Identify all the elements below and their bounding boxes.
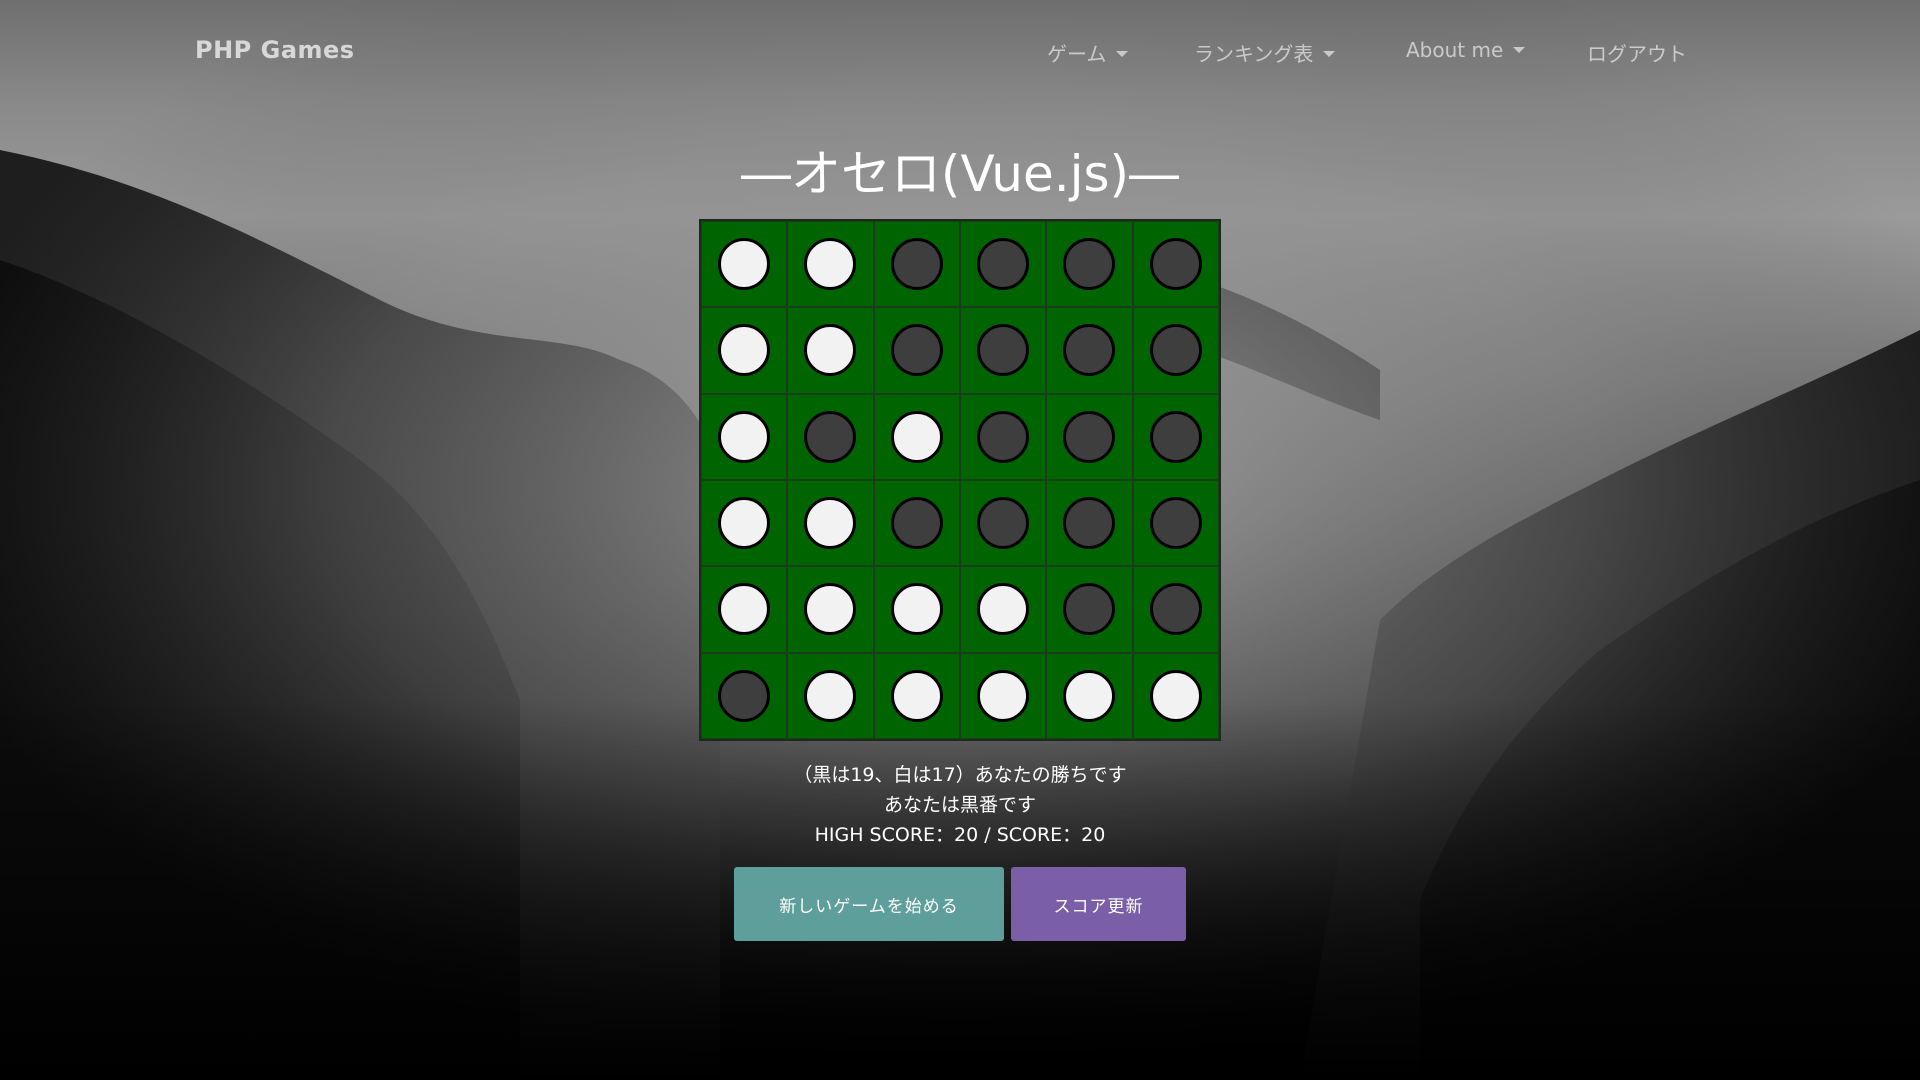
black-stone <box>977 324 1030 377</box>
black-stone <box>890 497 943 550</box>
white-stone <box>804 238 857 291</box>
nav-item-about[interactable]: About me <box>1406 38 1526 62</box>
caret-down-icon <box>1323 51 1336 57</box>
black-stone <box>977 410 1030 463</box>
board-cell[interactable] <box>787 221 874 308</box>
board-cell[interactable] <box>701 221 788 308</box>
white-stone <box>718 497 771 550</box>
page: PHP Games ゲーム ランキング表 About me ログアウト ―オセロ… <box>0 0 1920 1080</box>
black-stone <box>1149 238 1202 291</box>
board-cell[interactable] <box>1046 652 1133 739</box>
black-stone <box>1063 583 1116 636</box>
score-text: HIGH SCORE：20 / SCORE：20 <box>814 824 1106 846</box>
caret-down-icon <box>1116 51 1129 57</box>
board-cell[interactable] <box>701 480 788 567</box>
black-stone <box>1149 497 1202 550</box>
black-stone <box>718 669 771 722</box>
white-stone <box>718 324 771 377</box>
board-cell[interactable] <box>960 393 1047 480</box>
board-cell[interactable] <box>960 652 1047 739</box>
board-cell[interactable] <box>960 566 1047 653</box>
board-cell[interactable] <box>701 307 788 394</box>
board-cell[interactable] <box>787 307 874 394</box>
board-cell[interactable] <box>1046 221 1133 308</box>
board-cell[interactable] <box>960 480 1047 567</box>
white-stone <box>804 324 857 377</box>
white-stone <box>977 669 1030 722</box>
update-score-button[interactable]: スコア更新 <box>1011 867 1186 941</box>
board-cell[interactable] <box>873 221 960 308</box>
black-stone <box>1063 410 1116 463</box>
white-stone <box>977 583 1030 636</box>
board-cell[interactable] <box>873 566 960 653</box>
board-cell[interactable] <box>701 393 788 480</box>
caret-down-icon <box>1513 47 1526 53</box>
nav-item-label: About me <box>1406 38 1504 62</box>
black-stone <box>977 238 1030 291</box>
board-cell[interactable] <box>1132 221 1219 308</box>
black-stone <box>1063 238 1116 291</box>
nav-item-label: ログアウト <box>1587 42 1687 66</box>
nav-item-label: ランキング表 <box>1194 42 1314 66</box>
board-cell[interactable] <box>787 566 874 653</box>
white-stone <box>718 238 771 291</box>
board-cell[interactable] <box>873 480 960 567</box>
nav-item-label: ゲーム <box>1047 42 1107 66</box>
board-cell[interactable] <box>787 393 874 480</box>
board-cell[interactable] <box>787 652 874 739</box>
brand-link[interactable]: PHP Games <box>195 36 355 64</box>
black-stone <box>1149 583 1202 636</box>
black-stone <box>977 497 1030 550</box>
board-cell[interactable] <box>960 221 1047 308</box>
navbar: PHP Games ゲーム ランキング表 About me ログアウト <box>0 0 1920 108</box>
black-stone <box>1149 410 1202 463</box>
nav-item-ranking[interactable]: ランキング表 <box>1194 38 1336 67</box>
board-cell[interactable] <box>1132 393 1219 480</box>
white-stone <box>1149 669 1202 722</box>
board-cell[interactable] <box>1132 566 1219 653</box>
white-stone <box>718 410 771 463</box>
new-game-button[interactable]: 新しいゲームを始める <box>734 867 1004 941</box>
board-cell[interactable] <box>787 480 874 567</box>
result-text: （黒は19、白は17）あなたの勝ちです <box>793 764 1127 786</box>
turn-text: あなたは黒番です <box>883 794 1036 816</box>
black-stone <box>890 238 943 291</box>
white-stone <box>804 583 857 636</box>
white-stone <box>718 583 771 636</box>
white-stone <box>890 583 943 636</box>
black-stone <box>1063 324 1116 377</box>
white-stone <box>890 410 943 463</box>
white-stone <box>890 669 943 722</box>
black-stone <box>890 324 943 377</box>
black-stone <box>1063 497 1116 550</box>
page-title: ―オセロ(Vue.js)― <box>740 145 1180 203</box>
board-cell[interactable] <box>701 652 788 739</box>
board-cell[interactable] <box>873 652 960 739</box>
black-stone <box>1149 324 1202 377</box>
othello-board <box>699 219 1221 741</box>
nav-item-games[interactable]: ゲーム <box>1047 38 1129 67</box>
board-cell[interactable] <box>960 307 1047 394</box>
board-cell[interactable] <box>873 393 960 480</box>
board-cell[interactable] <box>1046 566 1133 653</box>
white-stone <box>1063 669 1116 722</box>
black-stone <box>804 410 857 463</box>
nav-item-logout[interactable]: ログアウト <box>1587 38 1687 67</box>
white-stone <box>804 669 857 722</box>
board-cell[interactable] <box>873 307 960 394</box>
board-cell[interactable] <box>1046 393 1133 480</box>
board-cell[interactable] <box>701 566 788 653</box>
board-cell[interactable] <box>1132 307 1219 394</box>
board-cell[interactable] <box>1132 480 1219 567</box>
board-cell[interactable] <box>1132 652 1219 739</box>
board-cell[interactable] <box>1046 480 1133 567</box>
white-stone <box>804 497 857 550</box>
board-cell[interactable] <box>1046 307 1133 394</box>
